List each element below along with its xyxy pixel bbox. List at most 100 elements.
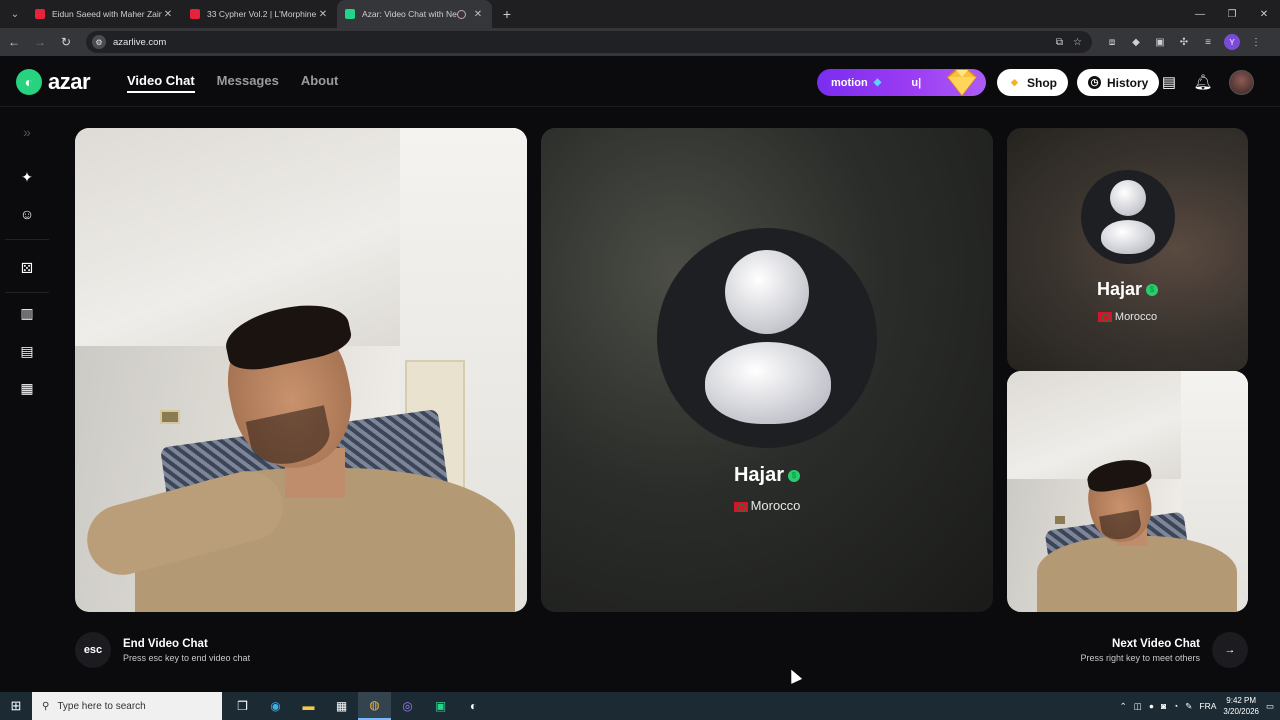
expand-sidebar-icon[interactable]: » <box>17 122 37 142</box>
sidebar-divider <box>5 239 49 240</box>
browser-tab[interactable]: Eidun Saeed with Maher Zain & ✕ <box>27 0 182 28</box>
clock-date: 3/20/2026 <box>1223 707 1259 716</box>
search-placeholder: Type here to search <box>57 700 146 712</box>
sticker-icon[interactable]: ☺ <box>17 204 37 224</box>
camera-icon[interactable]: ◙ <box>1161 701 1166 711</box>
youtube-icon <box>35 9 45 19</box>
promo-text-tail: u| <box>911 76 922 89</box>
forward-icon[interactable]: → <box>28 30 52 54</box>
magic-wand-icon[interactable]: ✦ <box>17 167 37 187</box>
end-chat-hint: Press esc key to end video chat <box>123 652 251 663</box>
browser-menu-icon[interactable]: ⋮ <box>1248 34 1264 50</box>
sidebar-divider <box>5 292 49 293</box>
morocco-flag-icon <box>1097 312 1112 323</box>
obs-icon[interactable]: ◎ <box>391 692 424 720</box>
task-view-icon[interactable]: ❒ <box>226 692 259 720</box>
language-indicator[interactable]: FRA <box>1199 701 1216 711</box>
app-icon[interactable]: ◐ <box>457 692 490 720</box>
partner-country-row: Morocco <box>541 498 993 513</box>
end-chat-button[interactable]: esc <box>75 632 111 668</box>
search-icon: ⚲ <box>42 700 50 712</box>
chrome-icon[interactable]: ◍ <box>358 692 391 720</box>
remote-video-feed: Hajar $ Morocco <box>541 128 993 612</box>
history-label: History <box>1107 75 1149 90</box>
system-clock[interactable]: 9:42 PM 3/20/2026 <box>1223 695 1259 717</box>
close-window-icon[interactable]: ✕ <box>1248 0 1280 28</box>
diamond-icon <box>946 69 978 97</box>
morocco-flag-icon <box>733 501 748 512</box>
extension-icon[interactable]: ◆ <box>1128 34 1144 50</box>
media-controls-icon[interactable]: ≡ <box>1200 34 1216 50</box>
back-icon[interactable]: ← <box>2 30 26 54</box>
layout-grid-icon[interactable]: ▦ <box>17 378 37 398</box>
layout-split-icon[interactable]: ▥ <box>17 303 37 323</box>
windows-start-icon[interactable]: ⊞ <box>0 692 32 720</box>
tab-title: Eidun Saeed with Maher Zain & <box>52 9 162 19</box>
next-chat-title: Next Video Chat <box>1112 637 1200 650</box>
extensions-puzzle-icon[interactable]: ✣ <box>1176 34 1192 50</box>
volume-icon[interactable]: ◔ <box>1173 701 1178 711</box>
window-controls: — ❐ ✕ <box>1184 0 1280 28</box>
tab-search-icon[interactable]: ⌄ <box>3 4 27 24</box>
microphone-icon[interactable]: ● <box>1149 701 1154 711</box>
reload-icon[interactable]: ↻ <box>54 30 78 54</box>
browser-tab-active[interactable]: Azar: Video Chat with New ✕ <box>337 0 492 28</box>
self-camera-mini <box>1007 371 1248 612</box>
verified-icon: $ <box>788 469 801 482</box>
file-explorer-icon[interactable]: ▬ <box>292 692 325 720</box>
self-camera-feed <box>75 128 527 612</box>
notifications-icon[interactable]: ▭ <box>1266 701 1274 712</box>
end-chat-control: esc End Video Chat Press esc key to end … <box>75 632 250 668</box>
profile-avatar[interactable]: Y <box>1224 34 1240 50</box>
history-button[interactable]: ◷ History <box>1077 69 1160 96</box>
taskbar-search[interactable]: ⚲ Type here to search <box>32 692 222 720</box>
azar-icon <box>345 9 355 19</box>
install-app-icon[interactable]: ⧉ <box>1056 37 1063 48</box>
promotion-banner[interactable]: motion ◆ u| <box>817 69 986 97</box>
close-tab-icon[interactable]: ✕ <box>317 9 329 20</box>
inbox-icon[interactable]: ▤ <box>1158 71 1180 93</box>
next-chat-control: Next Video Chat Press right key to meet … <box>1080 632 1248 668</box>
bell-icon[interactable]: 🔔︎ <box>1192 71 1214 93</box>
nav-about[interactable]: About <box>301 73 339 93</box>
address-bar[interactable]: ⚙ azarlive.com ⧉ ☆ <box>86 31 1092 53</box>
close-tab-icon[interactable]: ✕ <box>472 9 484 20</box>
next-country: Morocco <box>1114 311 1158 323</box>
nav-messages[interactable]: Messages <box>217 73 279 93</box>
next-name: Hajar <box>1096 279 1143 299</box>
minimize-icon[interactable]: — <box>1184 0 1216 28</box>
tray-overflow-icon[interactable]: ⌃ <box>1120 701 1127 712</box>
user-avatar[interactable] <box>1229 70 1254 95</box>
main-nav: Video Chat Messages About <box>127 73 338 93</box>
restore-icon[interactable]: ❐ <box>1216 0 1248 28</box>
layout-stack-icon[interactable]: ▤ <box>17 341 37 361</box>
nav-video-chat[interactable]: Video Chat <box>127 73 195 93</box>
gem-icon: ◆ <box>873 77 882 88</box>
left-sidebar: » ✦ ☺ ⚄ ▥ ▤ ▦ <box>0 108 54 692</box>
browser-tab-strip: ⌄ Eidun Saeed with Maher Zain & ✕ 33 Cyp… <box>0 0 1280 28</box>
bookmark-star-icon[interactable]: ☆ <box>1073 37 1082 48</box>
edge-icon[interactable]: ◉ <box>259 692 292 720</box>
network-icon[interactable]: ◫ <box>1134 701 1142 712</box>
store-icon[interactable]: ▦ <box>325 692 358 720</box>
browser-tab[interactable]: 33 Cypher Vol.2 | L'Morphine , A ✕ <box>182 0 337 28</box>
tab-title: Azar: Video Chat with New <box>362 9 457 19</box>
shop-button[interactable]: ◆ Shop <box>997 69 1068 96</box>
close-tab-icon[interactable]: ✕ <box>162 9 174 20</box>
site-settings-icon[interactable]: ⚙ <box>92 35 106 49</box>
new-tab-button[interactable]: + <box>496 6 518 22</box>
shop-label: Shop <box>1027 75 1057 90</box>
azar-logo-icon: ◐ <box>16 69 42 95</box>
clock-icon: ◷ <box>1088 76 1101 89</box>
verified-icon: $ <box>1146 284 1159 297</box>
next-chat-hint: Press right key to meet others <box>1080 652 1200 663</box>
dice-icon[interactable]: ⚄ <box>17 258 37 278</box>
app-icon[interactable]: ▣ <box>424 692 457 720</box>
next-chat-arrow-button[interactable]: → <box>1212 632 1248 668</box>
pen-icon[interactable]: ✎ <box>1185 701 1192 712</box>
azar-logo[interactable]: ◐ azar <box>16 69 91 95</box>
extension-icon[interactable]: ▣ <box>1152 34 1168 50</box>
translate-extension-icon[interactable]: ⧈ <box>1104 34 1120 50</box>
tab-title: 33 Cypher Vol.2 | L'Morphine , A <box>207 9 317 19</box>
windows-taskbar: ⊞ ⚲ Type here to search ❒ ◉ ▬ ▦ ◍ ◎ ▣ ◐ … <box>0 692 1280 720</box>
